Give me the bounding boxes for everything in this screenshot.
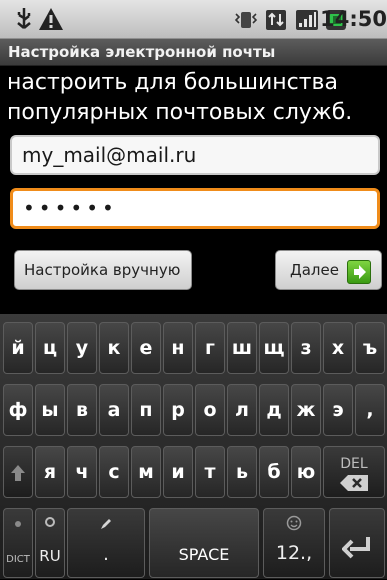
key-ц[interactable]: ц [35, 322, 65, 374]
key-ч[interactable]: ч [67, 446, 97, 498]
key-м[interactable]: м [131, 446, 161, 498]
title-bar: Настройка электронной почты [0, 39, 387, 66]
backspace-icon [340, 475, 368, 491]
intro-line-2: популярных почтовых служб. [7, 100, 353, 125]
key-а[interactable]: а [99, 384, 129, 436]
enter-icon [341, 537, 370, 559]
key-ф[interactable]: ф [3, 384, 33, 436]
email-field[interactable]: my_mail@mail.ru [10, 135, 380, 175]
space-key[interactable]: SPACE [149, 508, 259, 578]
dict-key[interactable]: DICT [3, 508, 33, 578]
mic-dot-icon [45, 517, 55, 527]
key-т[interactable]: т [195, 446, 225, 498]
password-field[interactable]: •••••• [10, 188, 380, 229]
period-key[interactable]: . [67, 508, 145, 578]
status-bar: 14:50 [0, 0, 387, 39]
key-д[interactable]: д [259, 384, 289, 436]
next-label: Далее [290, 261, 339, 279]
usb-icon [12, 6, 36, 32]
key-с[interactable]: с [99, 446, 129, 498]
intro-line-1: настроить для большинства [7, 70, 338, 95]
clock: 14:50 [320, 7, 387, 31]
key-comma[interactable]: , [355, 384, 385, 436]
key-ш[interactable]: ш [227, 322, 257, 374]
key-я[interactable]: я [35, 446, 65, 498]
key-щ[interactable]: щ [259, 322, 289, 374]
delete-key[interactable]: DEL [323, 446, 385, 498]
space-label: SPACE [178, 545, 230, 564]
numbers-label: 12., [275, 542, 313, 564]
shift-arrow-icon [11, 465, 25, 481]
dict-dot-icon [15, 521, 21, 527]
shift-key[interactable] [3, 446, 33, 498]
dict-label: DICT [6, 554, 30, 565]
key-ъ[interactable]: ъ [355, 322, 385, 374]
period-label: . [103, 544, 109, 565]
key-з[interactable]: з [291, 322, 321, 374]
key-ю[interactable]: ю [291, 446, 321, 498]
key-о[interactable]: о [195, 384, 225, 436]
key-к[interactable]: к [99, 322, 129, 374]
data-transfer-icon [264, 6, 288, 32]
manual-setup-label: Настройка вручную [24, 261, 181, 279]
key-н[interactable]: н [163, 322, 193, 374]
key-л[interactable]: л [227, 384, 257, 436]
key-п[interactable]: п [131, 384, 161, 436]
language-key[interactable]: RU [35, 508, 65, 578]
delete-label: DEL [340, 456, 368, 472]
language-label: RU [39, 547, 61, 565]
key-б[interactable]: б [259, 446, 289, 498]
enter-key[interactable] [329, 508, 385, 578]
keyboard: й ц у к е н г ш щ з х ъ ф ы в а п р о л … [0, 314, 387, 579]
smiley-icon [286, 515, 302, 531]
key-е[interactable]: е [131, 322, 161, 374]
arrow-right-icon [347, 260, 371, 284]
key-в[interactable]: в [67, 384, 97, 436]
warning-icon [38, 6, 64, 32]
key-х[interactable]: х [323, 322, 353, 374]
key-э[interactable]: э [323, 384, 353, 436]
next-button[interactable]: Далее [275, 250, 382, 290]
key-ж[interactable]: ж [291, 384, 321, 436]
key-ь[interactable]: ь [227, 446, 257, 498]
manual-setup-button[interactable]: Настройка вручную [14, 250, 192, 290]
key-ы[interactable]: ы [35, 384, 65, 436]
vibrate-icon [233, 6, 259, 32]
key-у[interactable]: у [67, 322, 97, 374]
key-й[interactable]: й [3, 322, 33, 374]
pencil-icon [101, 519, 111, 529]
page-title: Настройка электронной почты [8, 43, 276, 61]
numbers-key[interactable]: 12., [263, 508, 325, 578]
key-г[interactable]: г [195, 322, 225, 374]
key-р[interactable]: р [163, 384, 193, 436]
key-и[interactable]: и [163, 446, 193, 498]
signal-icon [294, 6, 320, 32]
